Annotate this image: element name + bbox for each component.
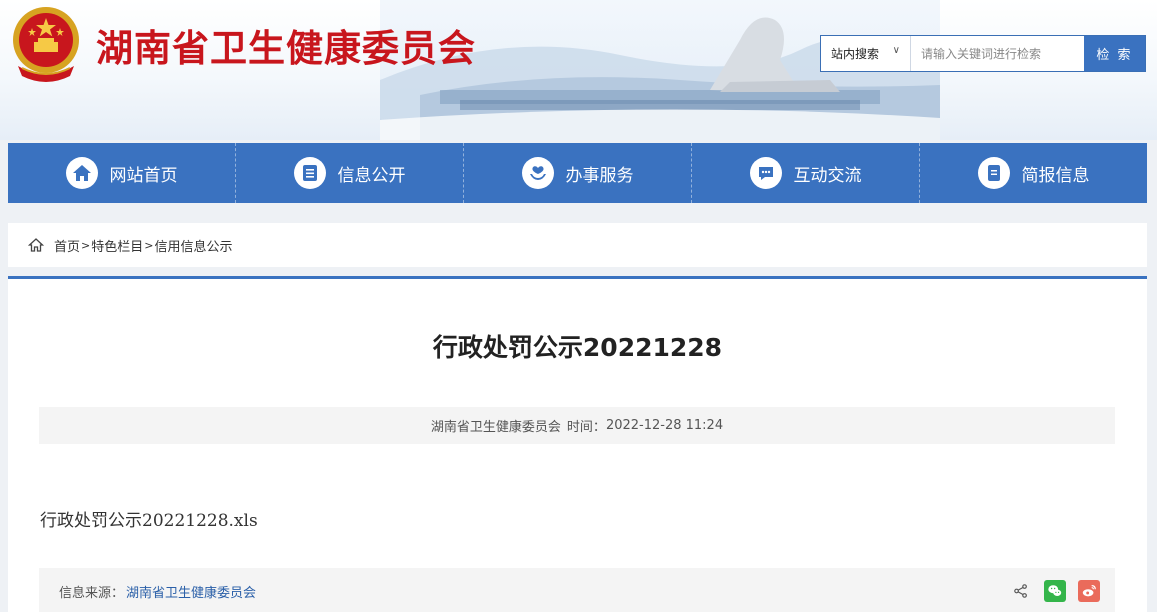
nav-item-bulletin[interactable]: 简报信息 — [920, 143, 1147, 203]
nav-item-label: 简报信息 — [1021, 165, 1090, 186]
source-label: 信息来源： — [59, 586, 125, 601]
home-icon — [65, 157, 98, 189]
breadcrumb-separator: > — [81, 238, 91, 252]
nav-item-label: 互动交流 — [793, 165, 862, 186]
breadcrumb: 首页 > 特色栏目 > 信用信息公示 — [8, 223, 1147, 267]
breadcrumb-credit-info[interactable]: 信用信息公示 — [154, 236, 232, 255]
search-scope-select[interactable]: 站内搜索 ∨ — [821, 36, 911, 71]
search-scope-label: 站内搜索 — [831, 47, 880, 61]
nav-item-label: 网站首页 — [109, 165, 178, 186]
search-input[interactable] — [911, 36, 1084, 71]
site-title[interactable]: 湖南省卫生健康委员会 — [96, 18, 476, 72]
hands-heart-icon — [521, 157, 554, 189]
article-time-label: 时间： — [566, 420, 606, 435]
article-time-value: 2022-12-28 11:24 — [605, 418, 724, 433]
nav-item-info-disclosure[interactable]: 信息公开 — [236, 143, 464, 203]
article-title: 行政处罚公示20221228 — [432, 333, 723, 362]
share-tools — [998, 580, 1100, 602]
breadcrumb-home[interactable]: 首页 — [54, 236, 80, 255]
article-panel: 行政处罚公示20221228 湖南省卫生健康委员会 时间： 2022-12-28 … — [8, 276, 1147, 612]
chevron-down-icon: ∨ — [892, 45, 900, 56]
nav-item-interaction[interactable]: 互动交流 — [692, 143, 920, 203]
article-source-bar: 信息来源： 湖南省卫生健康委员会 — [39, 568, 1115, 612]
share-icon[interactable] — [1010, 580, 1032, 602]
site-search: 站内搜索 ∨ 检 索 — [820, 35, 1146, 72]
source-value[interactable]: 湖南省卫生健康委员会 — [126, 582, 256, 601]
weibo-icon[interactable] — [1078, 580, 1100, 602]
breadcrumb-separator: > — [144, 238, 154, 252]
site-header: 湖南省卫生健康委员会 站内搜索 ∨ 检 索 — [0, 0, 1157, 140]
search-button[interactable]: 检 索 — [1084, 36, 1145, 71]
wechat-icon[interactable] — [1044, 580, 1066, 602]
article-publisher: 湖南省卫生健康委员会 — [430, 420, 561, 435]
nav-item-label: 办事服务 — [565, 165, 634, 186]
breadcrumb-featured[interactable]: 特色栏目 — [91, 236, 143, 255]
chat-bubble-icon — [749, 157, 782, 189]
home-outline-icon — [28, 238, 44, 252]
nav-item-home[interactable]: 网站首页 — [8, 143, 236, 203]
document-list-icon — [293, 157, 326, 189]
main-nav: 网站首页 信息公开 办事服务 互动交流 简报信息 — [8, 143, 1147, 203]
nav-item-services[interactable]: 办事服务 — [464, 143, 692, 203]
national-emblem-icon — [13, 7, 79, 82]
attachment-link[interactable]: 行政处罚公示20221228.xls — [40, 506, 258, 531]
nav-item-label: 信息公开 — [337, 165, 406, 186]
bulletin-icon — [977, 157, 1010, 189]
article-meta: 湖南省卫生健康委员会 时间： 2022-12-28 11:24 — [39, 407, 1115, 444]
